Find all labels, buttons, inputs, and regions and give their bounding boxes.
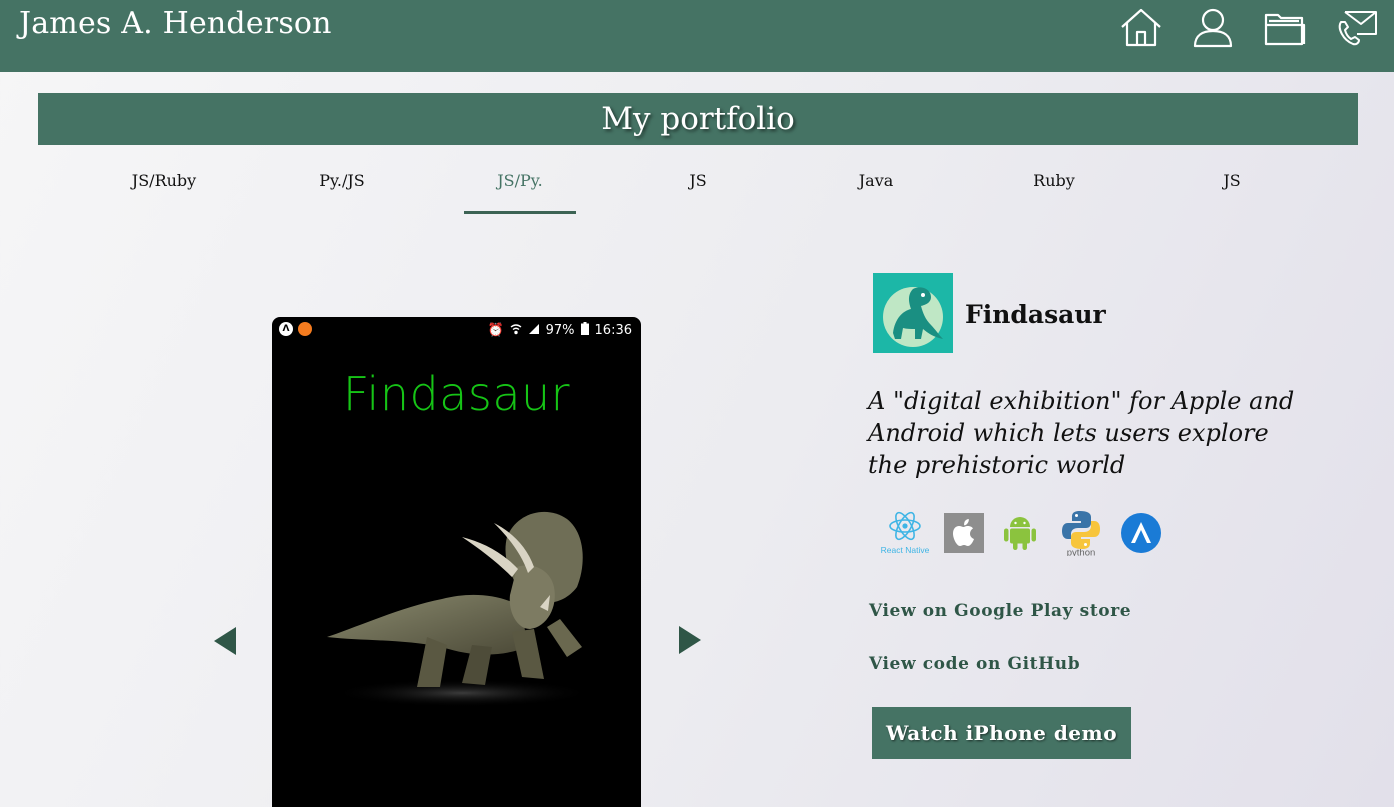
phone-screenshot: Λ ⏰ 97% 16:36 Findasaur: [272, 317, 641, 807]
clock-time: 16:36: [594, 323, 632, 338]
next-arrow-icon[interactable]: [677, 624, 703, 656]
apple-icon: [944, 513, 984, 557]
tab-js[interactable]: JS: [609, 160, 787, 214]
project-description: A "digital exhibition" for Apple and And…: [868, 387, 1295, 479]
google-play-link[interactable]: View on Google Play store: [869, 601, 1131, 621]
user-icon[interactable]: [1191, 6, 1235, 50]
battery-level: 97%: [545, 323, 575, 338]
tab-js-2[interactable]: JS: [1143, 160, 1321, 214]
tab-py-js[interactable]: Py./JS: [253, 160, 431, 214]
signal-icon: [528, 323, 540, 339]
phone-app-title: Findasaur: [342, 367, 571, 421]
expo-icon: [1120, 512, 1162, 558]
react-native-label: React Native: [881, 545, 930, 555]
home-icon[interactable]: [1119, 6, 1163, 50]
portfolio-tabs: JS/Ruby Py./JS JS/Py. JS Java Ruby JS: [75, 160, 1321, 214]
battery-icon: [580, 322, 589, 339]
alarm-icon: ⏰: [487, 323, 504, 338]
python-label: python: [1067, 548, 1096, 557]
envelope-phone-icon[interactable]: [1335, 6, 1379, 50]
tab-ruby[interactable]: Ruby: [965, 160, 1143, 214]
tab-js-ruby[interactable]: JS/Ruby: [75, 160, 253, 214]
android-icon: [1002, 513, 1038, 557]
top-bar: James A. Henderson: [0, 0, 1394, 72]
watch-iphone-demo-button[interactable]: Watch iPhone demo: [872, 707, 1131, 759]
site-title[interactable]: James A. Henderson: [19, 6, 332, 41]
python-icon: python: [1058, 508, 1104, 560]
portfolio-header: My portfolio: [38, 93, 1358, 145]
phone-status-bar: Λ ⏰ 97% 16:36: [272, 317, 641, 343]
github-link[interactable]: View code on GitHub: [869, 654, 1080, 674]
portfolio-title: My portfolio: [601, 101, 795, 137]
tab-java[interactable]: Java: [787, 160, 965, 214]
project-title: Findasaur: [965, 300, 1106, 329]
notification-dot-icon: [298, 322, 312, 336]
wifi-icon: [510, 323, 522, 339]
expo-notification-icon: Λ: [279, 322, 293, 336]
findasaur-logo: [873, 273, 953, 353]
tab-js-py[interactable]: JS/Py.: [431, 160, 609, 214]
triceratops-image: [327, 511, 592, 707]
react-icon: React Native: [880, 508, 930, 560]
previous-arrow-icon[interactable]: [212, 625, 238, 657]
folder-icon[interactable]: [1263, 6, 1307, 50]
